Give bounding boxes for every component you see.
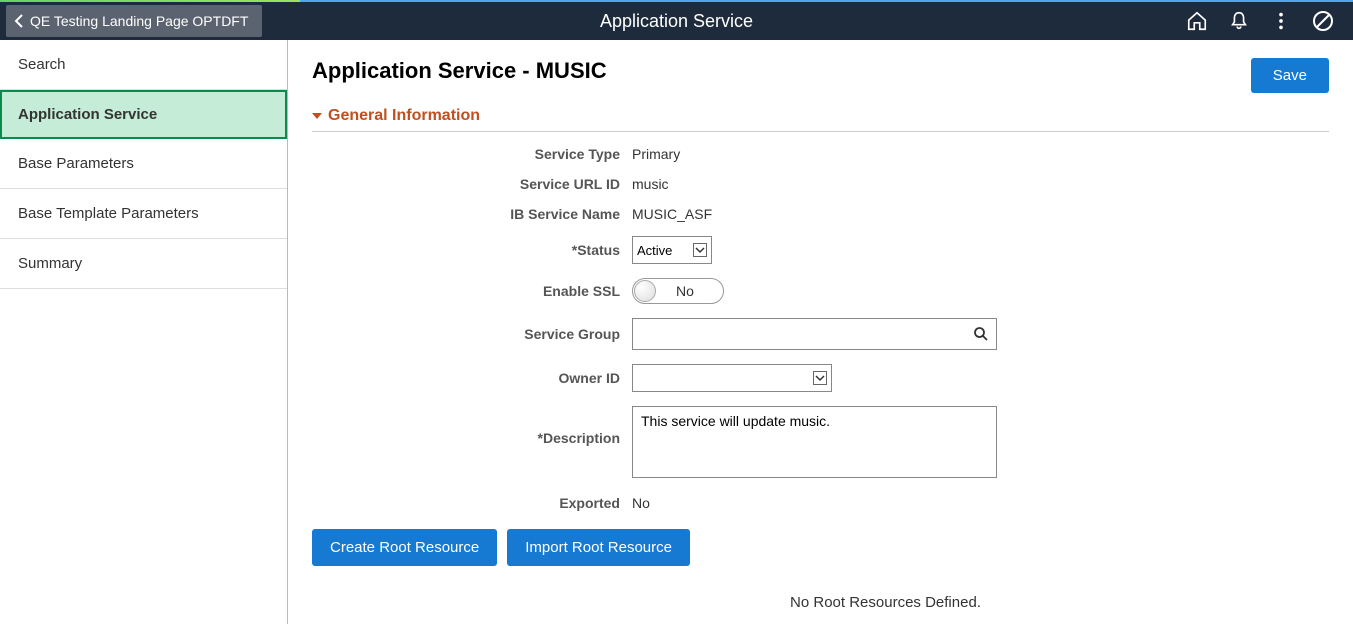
bell-icon[interactable] bbox=[1227, 9, 1251, 33]
sidebar-item-summary[interactable]: Summary bbox=[0, 239, 287, 289]
sidebar-item-search[interactable]: Search bbox=[0, 40, 287, 90]
label-owner-id: Owner ID bbox=[312, 370, 632, 386]
back-label: QE Testing Landing Page OPTDFT bbox=[30, 13, 248, 29]
sidebar-item-label: Summary bbox=[18, 255, 82, 272]
label-exported: Exported bbox=[312, 495, 632, 511]
toggle-knob bbox=[634, 280, 656, 302]
no-root-resources-message: No Root Resources Defined. bbox=[418, 570, 1353, 624]
owner-id-select[interactable] bbox=[632, 364, 832, 392]
section-header-general-info[interactable]: General Information bbox=[288, 97, 1353, 131]
row-service-group: Service Group bbox=[312, 318, 1329, 350]
label-service-url-id: Service URL ID bbox=[312, 176, 632, 192]
label-status: Status bbox=[312, 242, 632, 258]
form-table: Service Type Primary Service URL ID musi… bbox=[312, 146, 1329, 511]
enable-ssl-toggle[interactable]: No bbox=[632, 278, 724, 304]
section-divider bbox=[312, 131, 1329, 132]
section-title: General Information bbox=[328, 107, 480, 125]
label-service-type: Service Type bbox=[312, 146, 632, 162]
sidebar-item-label: Search bbox=[18, 56, 66, 73]
content-area: Application Service - MUSIC Save General… bbox=[288, 40, 1353, 624]
description-textarea[interactable] bbox=[632, 406, 997, 478]
blocked-icon[interactable] bbox=[1311, 9, 1335, 33]
row-exported: Exported No bbox=[312, 495, 1329, 511]
button-row: Create Root Resource Import Root Resourc… bbox=[288, 525, 1353, 570]
status-select[interactable]: Active bbox=[632, 236, 712, 264]
save-button[interactable]: Save bbox=[1251, 58, 1329, 93]
value-exported: No bbox=[632, 495, 650, 511]
sidebar-item-base-parameters[interactable]: Base Parameters bbox=[0, 139, 287, 189]
service-group-input[interactable] bbox=[633, 319, 966, 349]
label-ib-service-name: IB Service Name bbox=[312, 206, 632, 222]
more-vert-icon[interactable] bbox=[1269, 9, 1293, 33]
header-icons bbox=[1185, 9, 1353, 33]
chevron-left-icon bbox=[14, 14, 24, 28]
sidebar-item-label: Base Parameters bbox=[18, 155, 134, 172]
import-root-resource-button[interactable]: Import Root Resource bbox=[507, 529, 690, 566]
row-owner-id: Owner ID bbox=[312, 364, 1329, 392]
value-ib-service-name: MUSIC_ASF bbox=[632, 206, 712, 222]
sidebar-item-label: Base Template Parameters bbox=[18, 205, 199, 222]
row-description: Description bbox=[312, 406, 1329, 481]
service-group-lookup bbox=[632, 318, 997, 350]
row-enable-ssl: Enable SSL No bbox=[312, 278, 1329, 304]
sidebar-item-base-template-parameters[interactable]: Base Template Parameters bbox=[0, 189, 287, 239]
top-header: QE Testing Landing Page OPTDFT Applicati… bbox=[0, 0, 1353, 40]
sidebar-item-label: Application Service bbox=[18, 106, 157, 123]
value-service-type: Primary bbox=[632, 146, 680, 162]
label-service-group: Service Group bbox=[312, 326, 632, 342]
label-description: Description bbox=[312, 406, 632, 446]
main-layout: Search Application Service Base Paramete… bbox=[0, 40, 1353, 624]
home-icon[interactable] bbox=[1185, 9, 1209, 33]
row-service-type: Service Type Primary bbox=[312, 146, 1329, 162]
row-status: Status Active bbox=[312, 236, 1329, 264]
content-header: Application Service - MUSIC Save bbox=[288, 40, 1353, 97]
row-service-url-id: Service URL ID music bbox=[312, 176, 1329, 192]
row-ib-service-name: IB Service Name MUSIC_ASF bbox=[312, 206, 1329, 222]
value-service-url-id: music bbox=[632, 176, 669, 192]
page-title: Application Service - MUSIC bbox=[312, 58, 607, 84]
create-root-resource-button[interactable]: Create Root Resource bbox=[312, 529, 497, 566]
search-icon[interactable] bbox=[966, 326, 996, 342]
label-enable-ssl: Enable SSL bbox=[312, 283, 632, 299]
sidebar-item-application-service[interactable]: Application Service bbox=[0, 90, 287, 139]
collapse-arrow-icon bbox=[312, 113, 322, 119]
sidebar: Search Application Service Base Paramete… bbox=[0, 40, 288, 624]
back-button[interactable]: QE Testing Landing Page OPTDFT bbox=[6, 5, 262, 37]
header-title: Application Service bbox=[600, 11, 753, 32]
